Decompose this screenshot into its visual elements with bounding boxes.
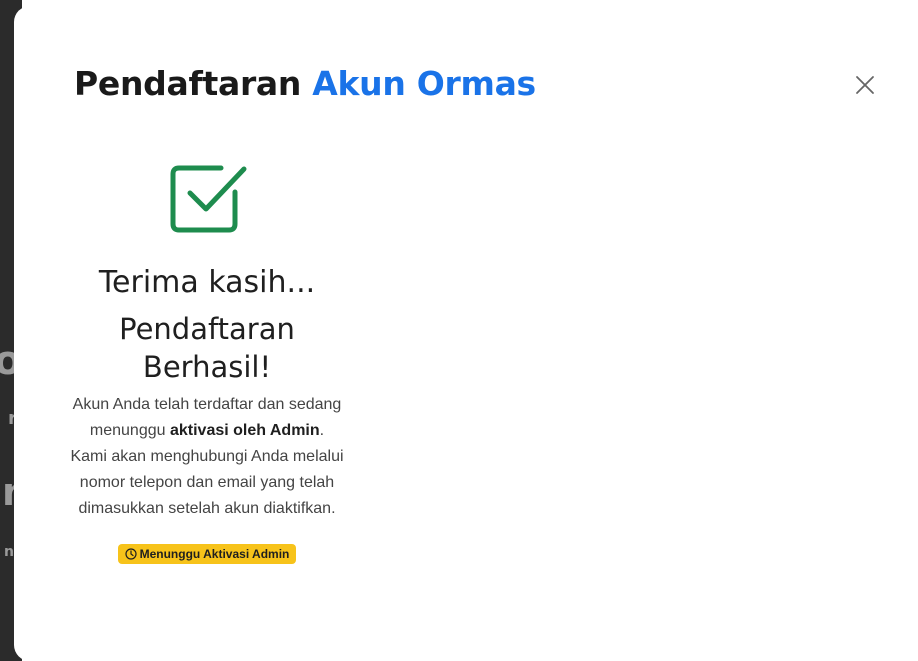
success-heading: Pendaftaran Berhasil!	[119, 312, 295, 384]
message-emphasis: aktivasi oleh Admin	[169, 422, 320, 439]
status-badge: Menunggu Aktivasi Admin	[117, 544, 297, 564]
clock-icon	[124, 548, 137, 560]
close-icon	[856, 76, 874, 94]
registration-modal: Pendaftaran Akun Ormas Terima kasih... P…	[14, 6, 918, 661]
modal-title-main: Pendaftaran	[74, 64, 302, 103]
success-panel: Terima kasih... Pendaftaran Berhasil! Ak…	[70, 156, 344, 565]
thanks-heading: Terima kasih...	[98, 265, 316, 300]
modal-title: Pendaftaran Akun Ormas	[74, 64, 536, 103]
check-square-icon	[170, 165, 247, 233]
success-message: Akun Anda telah terdaftar dan sedang men…	[70, 392, 344, 522]
close-button[interactable]	[850, 70, 880, 100]
modal-title-accent: Akun Ormas	[312, 64, 536, 103]
status-badge-label: Menunggu Aktivasi Admin	[139, 547, 290, 561]
